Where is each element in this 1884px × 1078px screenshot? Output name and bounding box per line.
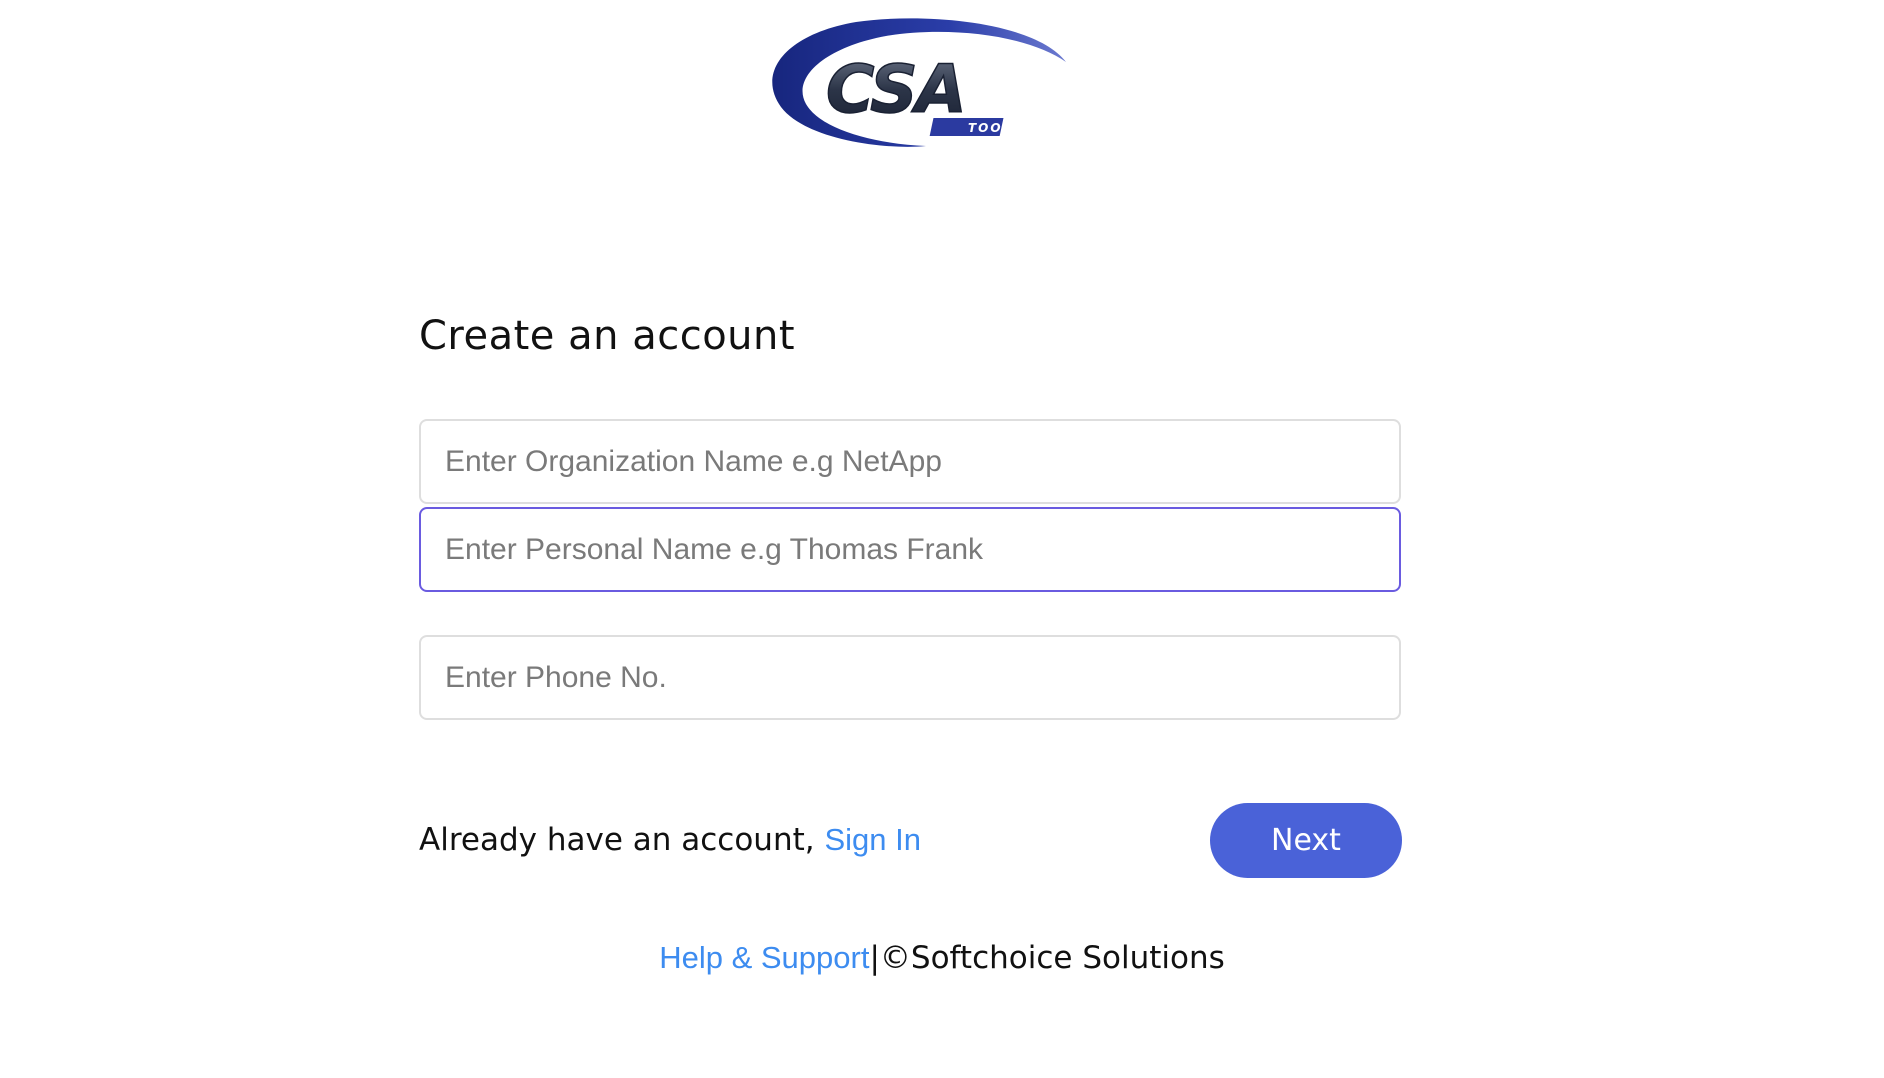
- sign-in-link[interactable]: Sign In: [824, 822, 921, 857]
- help-support-link[interactable]: Help & Support: [659, 940, 869, 975]
- footer: Help & Support|©Softchoice Solutions: [0, 940, 1884, 976]
- csa-tool-logo: CSA TOOL: [766, 12, 1066, 152]
- next-button[interactable]: Next: [1210, 803, 1402, 878]
- signin-prompt: Already have an account, Sign In: [419, 822, 921, 858]
- page-title: Create an account: [419, 313, 796, 359]
- copyright-text: ©Softchoice Solutions: [879, 940, 1225, 976]
- signin-prompt-text: Already have an account,: [419, 822, 825, 858]
- csa-logo-icon: CSA TOOL: [772, 18, 1066, 147]
- phone-number-input[interactable]: [419, 635, 1401, 720]
- svg-text:CSA: CSA: [826, 51, 965, 128]
- svg-text:TOOL: TOOL: [968, 121, 1012, 135]
- footer-separator: |: [869, 940, 880, 976]
- organization-name-input[interactable]: [419, 419, 1401, 504]
- personal-name-input[interactable]: [419, 507, 1401, 592]
